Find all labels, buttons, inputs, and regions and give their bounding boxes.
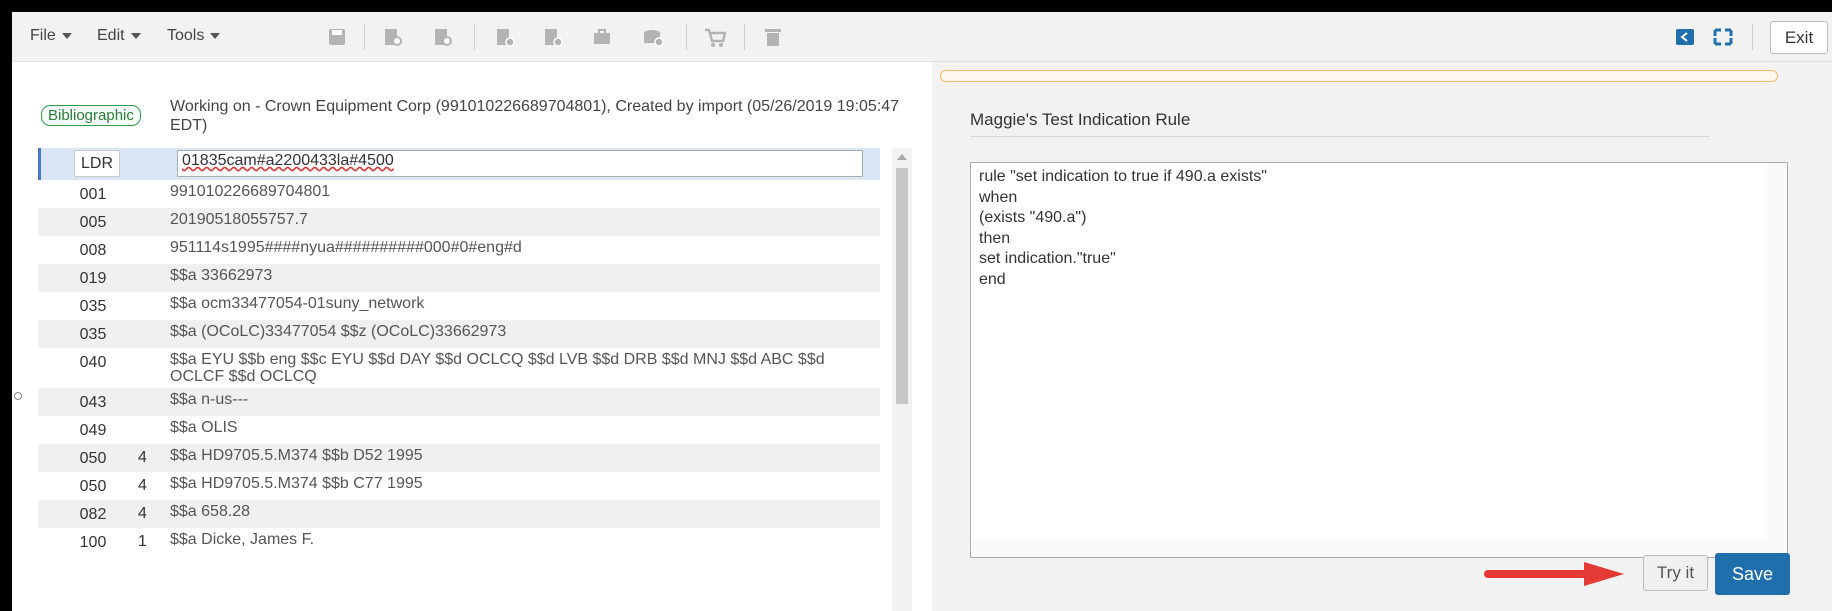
marc-field-row[interactable]: 040 $$a EYU $$b eng $$c EYU $$d DAY $$d O… (38, 348, 880, 388)
marc-tag: 050 (79, 478, 107, 495)
marc-value[interactable]: 951114s1995####nyua##########000#0#eng#d (170, 239, 860, 256)
toolbar: File Edit Tools Exit (12, 12, 1832, 62)
marc-tag: 001 (79, 186, 107, 203)
record-type-badge: Bibliographic (41, 105, 141, 126)
record-find-icon[interactable] (432, 25, 454, 49)
marc-field-row[interactable]: 035 $$a (OCoLC)33477054 $$z (OCoLC)336629… (38, 320, 880, 348)
add-holding-icon[interactable] (542, 25, 564, 49)
marc-indicator: 1 (138, 533, 147, 550)
marc-tag: 049 (79, 422, 107, 439)
marc-field-row[interactable]: 050 4 $$a HD9705.5.M374 $$b C77 1995 (38, 472, 880, 500)
save-button[interactable]: Save (1715, 553, 1790, 595)
add-item-icon[interactable] (592, 25, 614, 49)
fullscreen-icon[interactable] (1712, 25, 1734, 49)
add-record-icon[interactable] (494, 25, 516, 49)
marc-field-row[interactable]: 019 $$a 33662973 (38, 264, 880, 292)
progress-bar (940, 70, 1778, 82)
marc-field-row[interactable]: 043 $$a n-us--- (38, 388, 880, 416)
toolbar-divider (474, 24, 475, 50)
marc-value[interactable]: $$a ocm33477054-01suny_network (170, 295, 860, 312)
cart-icon[interactable] (704, 25, 726, 49)
marc-tag: 035 (79, 298, 107, 315)
marc-field-row[interactable]: 049 $$a OLIS (38, 416, 880, 444)
chevron-down-icon (130, 32, 141, 39)
marc-tag: 019 (79, 270, 107, 287)
marc-field-row[interactable]: 082 4 $$a 658.28 (38, 500, 880, 528)
marc-value[interactable]: 20190518055757.7 (170, 211, 860, 228)
textarea-vertical-scrollbar[interactable] (1767, 163, 1787, 557)
marc-value[interactable]: $$a 658.28 (170, 503, 860, 520)
file-menu[interactable]: File (30, 27, 72, 45)
scroll-up-icon[interactable] (897, 154, 907, 160)
marc-tag: 050 (79, 450, 107, 467)
toolbar-divider (686, 24, 687, 50)
chevron-down-icon (210, 32, 221, 39)
working-on-header: Working on - Crown Equipment Corp (99101… (170, 98, 900, 134)
marc-value[interactable]: $$a 33662973 (170, 267, 860, 284)
toolbar-divider (364, 24, 365, 50)
metadata-editor: File Edit Tools Exit Bibliographic Worki… (12, 12, 1832, 611)
marc-value[interactable]: $$a Dicke, James F. (170, 531, 860, 548)
delete-icon[interactable] (762, 25, 784, 49)
edit-menu[interactable]: Edit (97, 27, 141, 45)
marc-tag: 082 (79, 506, 107, 523)
toolbar-divider (744, 24, 745, 50)
rule-title: Maggie's Test Indication Rule (970, 110, 1710, 137)
marc-field-row[interactable]: 005 20190518055757.7 (38, 208, 880, 236)
marc-tag: 005 (79, 214, 107, 231)
marc-tag: 040 (79, 354, 107, 371)
marc-value[interactable]: $$a OLIS (170, 419, 860, 436)
marc-tag: 100 (79, 534, 107, 551)
edit-menu-label: Edit (97, 27, 125, 44)
toolbar-divider (1752, 24, 1753, 50)
marc-value[interactable]: $$a HD9705.5.M374 $$b D52 1995 (170, 447, 860, 464)
pane-splitter-handle[interactable] (14, 392, 22, 400)
record-scrollbar[interactable] (892, 148, 912, 611)
marc-value[interactable]: $$a HD9705.5.M374 $$b C77 1995 (170, 475, 860, 492)
tools-menu-label: Tools (167, 27, 205, 44)
rule-code-text: rule "set indication to true if 490.a ex… (979, 168, 1267, 288)
order-icon[interactable] (642, 25, 664, 49)
file-menu-label: File (30, 27, 56, 44)
save-icon[interactable] (326, 25, 348, 49)
marc-tag: 043 (79, 394, 107, 411)
marc-field-row[interactable]: 001 991010226689704801 (38, 180, 880, 208)
scrollbar-thumb[interactable] (896, 168, 908, 404)
marc-indicator: 4 (138, 505, 147, 522)
ldr-value-input[interactable]: 01835cam#a2200433la#4500 (177, 150, 863, 177)
exit-button[interactable]: Exit (1770, 21, 1828, 54)
marc-field-row[interactable]: 008 951114s1995####nyua##########000#0#en… (38, 236, 880, 264)
marc-value[interactable]: $$a EYU $$b eng $$c EYU $$d DAY $$d OCLC… (170, 351, 860, 385)
chevron-down-icon (61, 32, 72, 39)
red-arrow-icon (1484, 562, 1624, 586)
marc-indicator: 4 (138, 477, 147, 494)
record-search-icon[interactable] (382, 25, 404, 49)
try-it-button[interactable]: Try it (1643, 555, 1708, 591)
ldr-tag[interactable]: LDR (74, 150, 120, 177)
tools-menu[interactable]: Tools (167, 27, 221, 45)
rule-code-textarea[interactable]: rule "set indication to true if 490.a ex… (970, 162, 1788, 558)
marc-indicator: 4 (138, 449, 147, 466)
marc-field-row[interactable]: 050 4 $$a HD9705.5.M374 $$b D52 1995 (38, 444, 880, 472)
marc-tag: 035 (79, 326, 107, 343)
marc-value[interactable]: $$a (OCoLC)33477054 $$z (OCoLC)33662973 (170, 323, 860, 340)
marc-value[interactable]: $$a n-us--- (170, 391, 860, 408)
marc-field-row[interactable]: 100 1 $$a Dicke, James F. (38, 528, 880, 556)
marc-tag: 008 (79, 242, 107, 259)
ldr-field-row[interactable]: LDR 01835cam#a2200433la#4500 (38, 148, 880, 180)
ldr-value-text: 01835cam#a2200433la#4500 (182, 152, 394, 169)
marc-value[interactable]: 991010226689704801 (170, 183, 860, 200)
split-back-icon[interactable] (1674, 25, 1696, 49)
marc-field-row[interactable]: 035 $$a ocm33477054-01suny_network (38, 292, 880, 320)
